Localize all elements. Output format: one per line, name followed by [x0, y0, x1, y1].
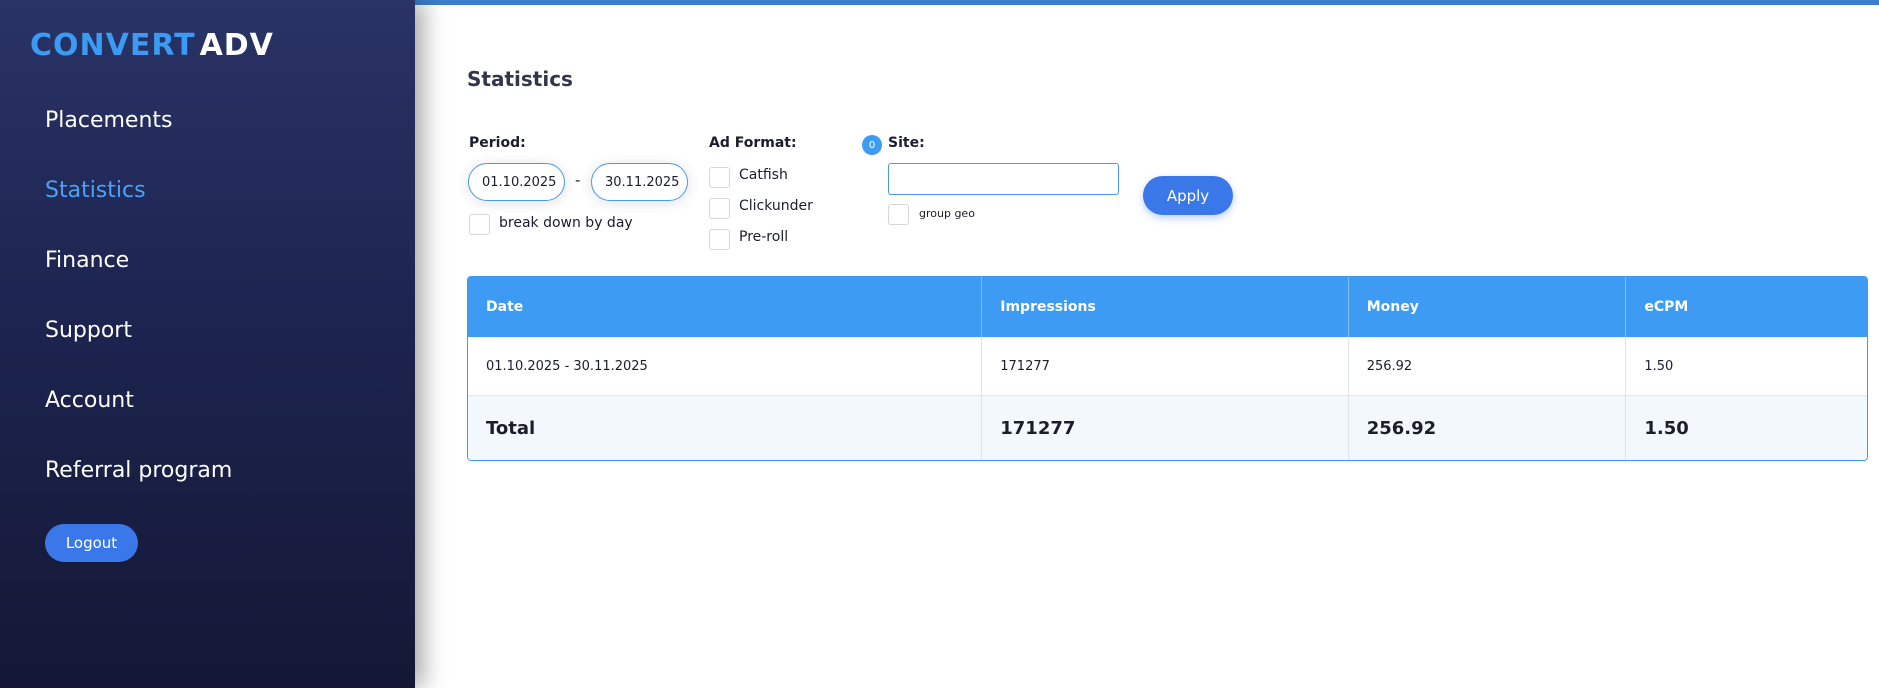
group-geo-label: group geo — [919, 207, 975, 220]
clickunder-checkbox[interactable] — [709, 198, 730, 219]
cell-impressions: 171277 — [982, 337, 1349, 395]
nav-finance[interactable]: Finance — [45, 248, 129, 273]
group-geo-checkbox[interactable] — [888, 204, 909, 225]
logo[interactable]: CONVERT ADV — [30, 28, 274, 63]
total-label: Total — [468, 396, 983, 460]
total-impressions: 171277 — [982, 396, 1349, 460]
break-down-label: break down by day — [499, 215, 633, 231]
cell-ecpm: 1.50 — [1644, 358, 1674, 374]
total-money: 256.92 — [1349, 396, 1627, 460]
nav-referral-program[interactable]: Referral program — [45, 458, 232, 483]
site-label: Site: — [888, 135, 925, 151]
nav-support[interactable]: Support — [45, 318, 132, 343]
nav-placements[interactable]: Placements — [45, 108, 173, 133]
nav-account[interactable]: Account — [45, 388, 134, 413]
ad-format-label: Ad Format: — [709, 135, 797, 151]
logo-adv: ADV — [199, 28, 274, 63]
header-impressions[interactable]: Impressions — [982, 277, 1349, 337]
main-content: Statistics Period: 01.10.2025 - 30.11.20… — [415, 0, 1879, 688]
period-label: Period: — [469, 135, 526, 151]
table-row: 01.10.2025 - 30.11.2025 171277 256.92 1.… — [468, 337, 1867, 396]
total-ecpm: 1.50 — [1644, 418, 1689, 439]
header-ecpm[interactable]: eCPM — [1626, 277, 1867, 337]
break-down-checkbox[interactable] — [469, 214, 490, 235]
apply-button[interactable]: Apply — [1143, 176, 1233, 215]
table-header-row: Date Impressions Money eCPM — [468, 277, 1867, 337]
logout-button[interactable]: Logout — [45, 524, 138, 562]
site-count-badge: 0 — [862, 135, 882, 155]
header-date[interactable]: Date — [468, 277, 983, 337]
preroll-checkbox[interactable] — [709, 229, 730, 250]
cell-date: 01.10.2025 - 30.11.2025 — [468, 337, 983, 395]
sidebar: CONVERT ADV Placements Statistics Finance… — [0, 0, 415, 688]
header-money[interactable]: Money — [1349, 277, 1627, 337]
catfish-label: Catfish — [739, 167, 788, 183]
page-title: Statistics — [467, 67, 573, 91]
preroll-label: Pre-roll — [739, 229, 789, 245]
table-total-row: Total 171277 256.92 1.50 — [468, 396, 1867, 460]
date-to-input[interactable]: 30.11.2025 — [591, 163, 688, 201]
date-separator: - — [575, 171, 581, 189]
clickunder-label: Clickunder — [739, 198, 813, 214]
nav-statistics[interactable]: Statistics — [45, 178, 146, 203]
statistics-table: Date Impressions Money eCPM 01.10.2025 -… — [467, 276, 1868, 461]
logo-convert: CONVERT — [30, 28, 196, 63]
date-from-input[interactable]: 01.10.2025 — [468, 163, 565, 201]
site-input[interactable] — [888, 163, 1119, 195]
catfish-checkbox[interactable] — [709, 167, 730, 188]
cell-money: 256.92 — [1349, 337, 1627, 395]
